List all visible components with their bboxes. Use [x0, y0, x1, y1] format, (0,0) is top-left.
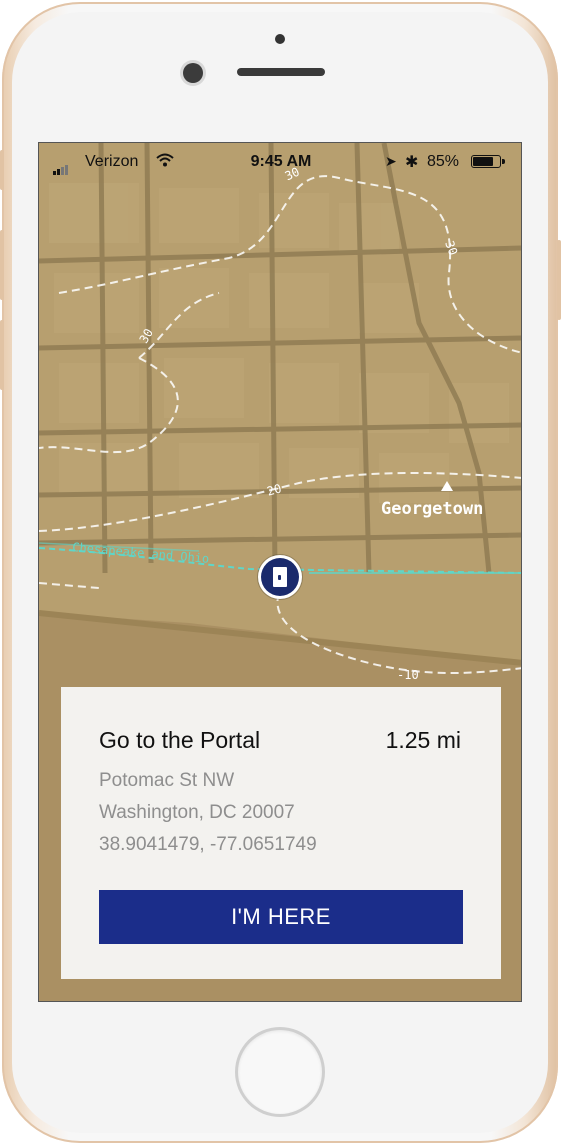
battery-level — [473, 157, 494, 166]
destination-distance: 1.25 mi — [385, 727, 461, 753]
bluetooth-icon: ✱ — [405, 154, 419, 171]
earpiece-speaker — [237, 68, 325, 76]
volume-down-button — [0, 320, 4, 390]
battery-tip — [502, 159, 505, 164]
destination-title: Go to the Portal — [99, 727, 261, 753]
location-arrow-icon: ➤ — [385, 153, 397, 169]
address-city: Washington, DC 20007 — [99, 802, 295, 823]
door-knob — [278, 575, 281, 580]
front-camera — [183, 63, 203, 83]
destination-card: Go to the Portal 1.25 mi Potomac St NW W… — [61, 687, 501, 979]
im-here-button[interactable]: I'M HERE — [99, 890, 463, 944]
mute-switch — [0, 150, 4, 190]
address-street: Potomac St NW — [99, 770, 235, 791]
home-button[interactable] — [238, 1030, 322, 1114]
battery-icon — [471, 155, 505, 168]
portal-pin-background — [261, 558, 299, 596]
address-coordinates: 38.9041479, -77.0651749 — [99, 834, 317, 855]
battery-percentage: 85% — [427, 153, 460, 170]
volume-up-button — [0, 230, 4, 300]
contour-label: -10 — [397, 668, 419, 682]
app-screen: Georgetown Chesapeake and Ohio 30 30 30 … — [38, 142, 522, 1002]
proximity-sensor — [275, 34, 285, 44]
status-bar: Verizon 9:45 AM ➤ ✱ 85% — [39, 143, 521, 181]
power-button — [557, 240, 561, 320]
map-label-georgetown: Georgetown — [381, 499, 484, 519]
portal-marker[interactable] — [258, 555, 302, 599]
